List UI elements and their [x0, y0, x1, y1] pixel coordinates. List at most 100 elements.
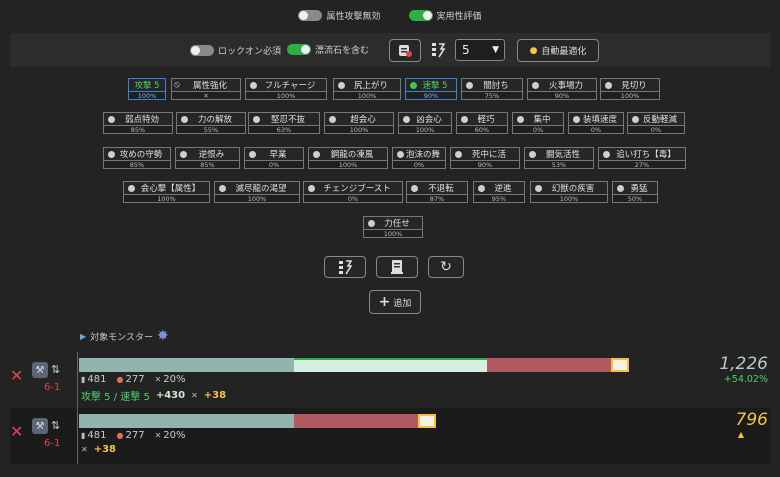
toggle-switch[interactable] — [287, 44, 311, 55]
element-attack-disable-toggle[interactable]: 属性攻撃無効 — [298, 9, 381, 22]
damage-bar-base — [79, 358, 294, 372]
add-button[interactable]: + 追加 — [369, 290, 421, 314]
toggle-dot-icon — [338, 82, 345, 89]
toggle-dot-icon — [532, 82, 539, 89]
skill-level: 0% — [392, 160, 446, 169]
skill-toggle[interactable]: 泡沫の舞 0% — [392, 147, 446, 169]
toggle-switch[interactable] — [298, 10, 323, 21]
skill-level: 100% — [398, 125, 452, 134]
score-value: 796 — [735, 410, 768, 430]
skill-name: 攻めの守勢 — [103, 147, 171, 160]
crit-icon: ✕ — [81, 445, 88, 454]
practical-evaluation-toggle[interactable]: 実用性評価 — [408, 9, 482, 22]
skill-toggle[interactable]: 弱点特効 85% — [103, 112, 173, 134]
skill-toggle[interactable]: 装填速度 0% — [568, 112, 624, 134]
skill-toggle[interactable]: 凶会心 100% — [398, 112, 452, 134]
skill-name: 滅尽龍の渇望 — [214, 181, 300, 194]
skill-toggle[interactable]: 会心撃【属性】 100% — [123, 181, 210, 203]
remove-icon[interactable]: ✕ — [10, 366, 23, 385]
weapon-level: 6-1 — [44, 382, 61, 393]
target-monster[interactable]: ▶ 対象モンスター ✸ — [80, 328, 169, 344]
skill-toggle[interactable]: 力の解放 55% — [176, 112, 246, 134]
lockon-required-toggle[interactable]: ロックオン必須 — [190, 44, 281, 57]
skill-toggle[interactable]: 速撃 5 90% — [405, 78, 457, 100]
skill-toggle[interactable]: 不退転 87% — [406, 181, 468, 203]
skill-level: 75% — [461, 91, 523, 100]
skill-toggle[interactable]: 鋼龍の凍風 100% — [308, 147, 388, 169]
talisman-button[interactable] — [389, 39, 421, 62]
skill-toggle[interactable]: 軽巧 60% — [456, 112, 508, 134]
skill-level: 100% — [530, 194, 608, 203]
skill-name: 攻撃 5 — [128, 78, 166, 91]
talisman-icon — [399, 44, 412, 57]
slot-count-select[interactable]: 5 ▼ — [455, 39, 505, 61]
ban-icon: ⦸ — [174, 80, 180, 90]
toggle-dot-icon — [108, 116, 115, 123]
skill-toggle[interactable]: 攻撃 5 100% — [128, 78, 166, 100]
skill-toggle[interactable]: 力任せ 100% — [363, 216, 423, 238]
skill-name: 尻上がり — [333, 78, 401, 91]
skill-toggle[interactable]: 反動軽減 0% — [627, 112, 685, 134]
skill-level: 0% — [303, 194, 403, 203]
skill-toggle[interactable]: チェンジブースト 0% — [303, 181, 403, 203]
chevron-down-icon: ▼ — [492, 45, 499, 55]
toggle-dot-icon — [605, 82, 612, 89]
skill-toggle[interactable]: 滅尽龍の渇望 100% — [214, 181, 300, 203]
fire-icon: ● — [116, 375, 124, 384]
toggle-dot-icon — [403, 116, 410, 123]
include-drift-stone-toggle[interactable]: 漂流石を含む — [287, 43, 369, 56]
toggle-dot-icon — [219, 185, 226, 192]
auto-optimize-button[interactable]: ● 自動最適化 — [517, 39, 599, 62]
sort-icon: ⇅ — [51, 419, 61, 432]
skill-toggle[interactable]: 堅忍不抜 63% — [248, 112, 320, 134]
skill-summary: 攻撃 5 / 速撃 5 — [81, 392, 150, 403]
toggle-dot-icon — [308, 185, 315, 192]
weapon-icon: ⚒ — [32, 362, 48, 378]
skill-name: 幻獣の疾害 — [530, 181, 608, 194]
skill-toggle[interactable]: 尻上がり 100% — [333, 78, 401, 100]
skill-level: 85% — [103, 125, 173, 134]
weapon-icon: ⚒ — [32, 418, 48, 434]
skill-toggle[interactable]: 闘気活性 53% — [524, 147, 594, 169]
skill-name: フルチャージ — [245, 78, 327, 91]
skill-toggle[interactable]: フルチャージ 100% — [245, 78, 327, 100]
skill-toggle[interactable]: ⦸ 属性強化 ✕ — [171, 78, 241, 100]
decoration-button[interactable] — [324, 256, 366, 278]
toggle-dot-icon — [250, 82, 257, 89]
skill-toggle[interactable]: 勇猛 50% — [612, 181, 658, 203]
skill-toggle[interactable]: 死中に活 90% — [450, 147, 520, 169]
toggle-switch[interactable] — [408, 10, 433, 21]
skill-level: 90% — [450, 160, 520, 169]
skill-toggle[interactable]: 火事場力 90% — [527, 78, 597, 100]
skill-toggle[interactable]: 幻獣の疾害 100% — [530, 181, 608, 203]
skill-toggle[interactable]: 逆進 95% — [473, 181, 525, 203]
skill-level: 0% — [568, 125, 624, 134]
skill-name: 死中に活 — [450, 147, 520, 160]
toggle-dot-icon — [180, 151, 187, 158]
toggle-dot-icon — [573, 116, 580, 123]
skill-toggle[interactable]: 早業 0% — [244, 147, 304, 169]
skill-name: 火事場力 — [527, 78, 597, 91]
armor-set-button[interactable] — [376, 256, 418, 278]
remove-icon[interactable]: ✕ — [10, 422, 23, 441]
skill-toggle[interactable]: 追い打ち【毒】 27% — [598, 147, 686, 169]
skill-toggle[interactable]: 超会心 100% — [324, 112, 394, 134]
skill-toggle[interactable]: 闇討ち 75% — [461, 78, 523, 100]
reset-button[interactable]: ↻ — [428, 256, 464, 278]
toggle-dot-icon — [535, 185, 542, 192]
skill-name: 逆進 — [473, 181, 525, 194]
divider — [77, 408, 78, 464]
skill-name: 泡沫の舞 — [392, 147, 446, 160]
toggle-dot-icon — [466, 82, 473, 89]
affinity-bonus: +38 — [93, 444, 116, 455]
result-row: ✕ ⚒ ⇅ 6-1 ▮ 481 ● 277 ✕ 20% 攻撃 5 / 速撃 5 +43… — [10, 352, 770, 408]
skill-toggle[interactable]: 攻めの守勢 85% — [103, 147, 171, 169]
skill-toggle[interactable]: 逆恨み 85% — [175, 147, 240, 169]
toggle-dot-icon — [253, 116, 260, 123]
skill-toggle[interactable]: 集中 0% — [512, 112, 564, 134]
score: 796 ▲ — [735, 410, 768, 439]
toggle-switch[interactable] — [190, 45, 214, 56]
toggle-dot-icon — [397, 151, 404, 158]
skill-toggle[interactable]: 見切り 100% — [600, 78, 660, 100]
score-value: 1,226 — [719, 354, 768, 374]
